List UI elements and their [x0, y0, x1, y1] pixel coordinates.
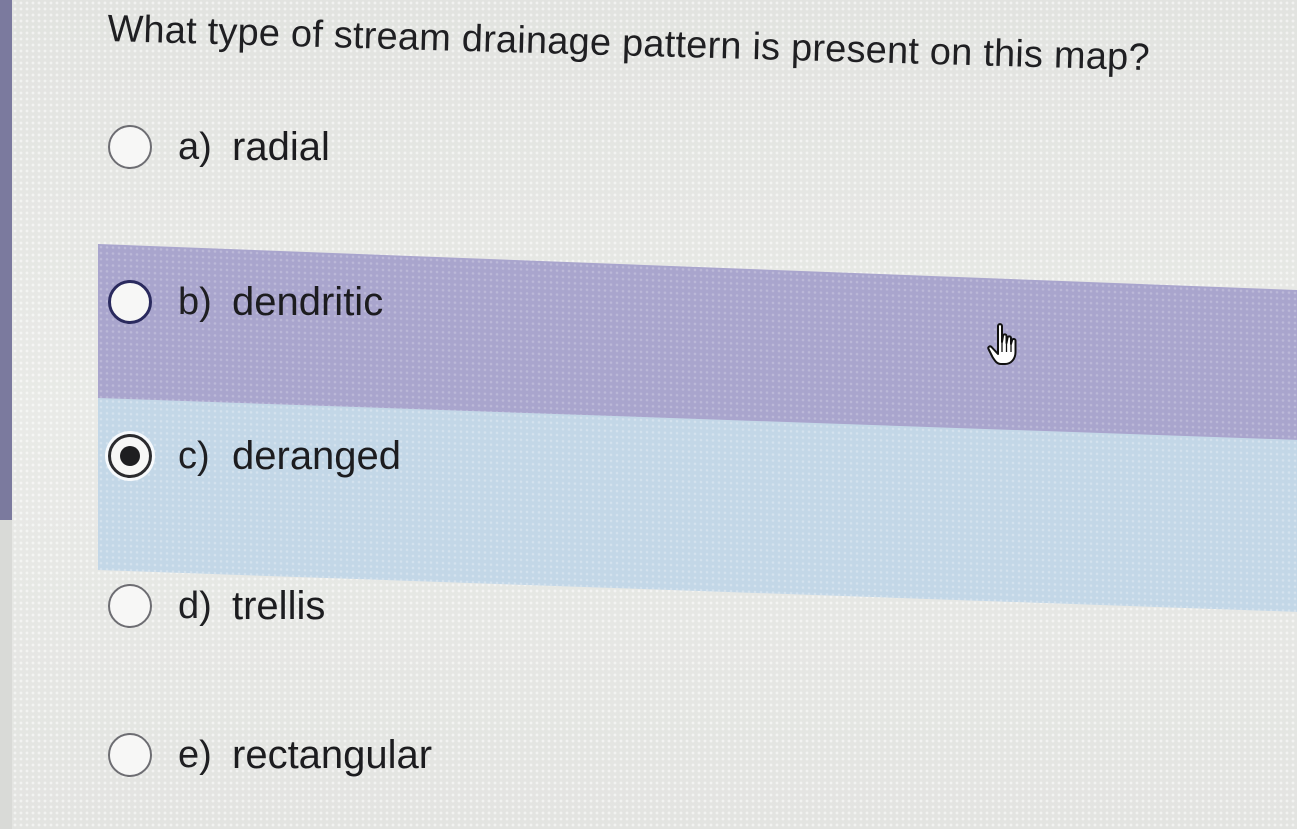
hand-pointer-icon: [987, 323, 1017, 365]
option-label-c: deranged: [232, 433, 402, 478]
radio-button-b[interactable]: [108, 280, 152, 324]
radio-selected-dot: [120, 446, 140, 466]
option-a[interactable]: a) radial: [108, 117, 330, 177]
quiz-screen: What type of stream drainage pattern is …: [0, 0, 1297, 829]
option-label-d: trellis: [232, 583, 326, 628]
option-letter-b: b): [178, 280, 212, 323]
option-letter-e: e): [178, 733, 212, 776]
option-d[interactable]: d) trellis: [108, 576, 325, 636]
radio-button-d[interactable]: [108, 584, 152, 628]
radio-button-a[interactable]: [108, 125, 152, 169]
radio-button-c[interactable]: [108, 434, 152, 478]
radio-button-e[interactable]: [108, 733, 152, 777]
option-letter-a: a): [178, 125, 212, 168]
option-label-a: radial: [232, 124, 330, 169]
option-b[interactable]: b) dendritic: [108, 272, 383, 332]
window-left-edge: [0, 0, 12, 520]
window-left-edge-lower: [0, 520, 12, 829]
option-letter-c: c): [178, 434, 210, 477]
option-label-e: rectangular: [232, 732, 433, 777]
option-label-b: dendritic: [232, 279, 384, 324]
question-text: What type of stream drainage pattern is …: [106, 8, 1151, 80]
option-letter-d: d): [178, 584, 212, 627]
option-e[interactable]: e) rectangular: [108, 725, 432, 785]
option-c[interactable]: c) deranged: [108, 426, 401, 486]
